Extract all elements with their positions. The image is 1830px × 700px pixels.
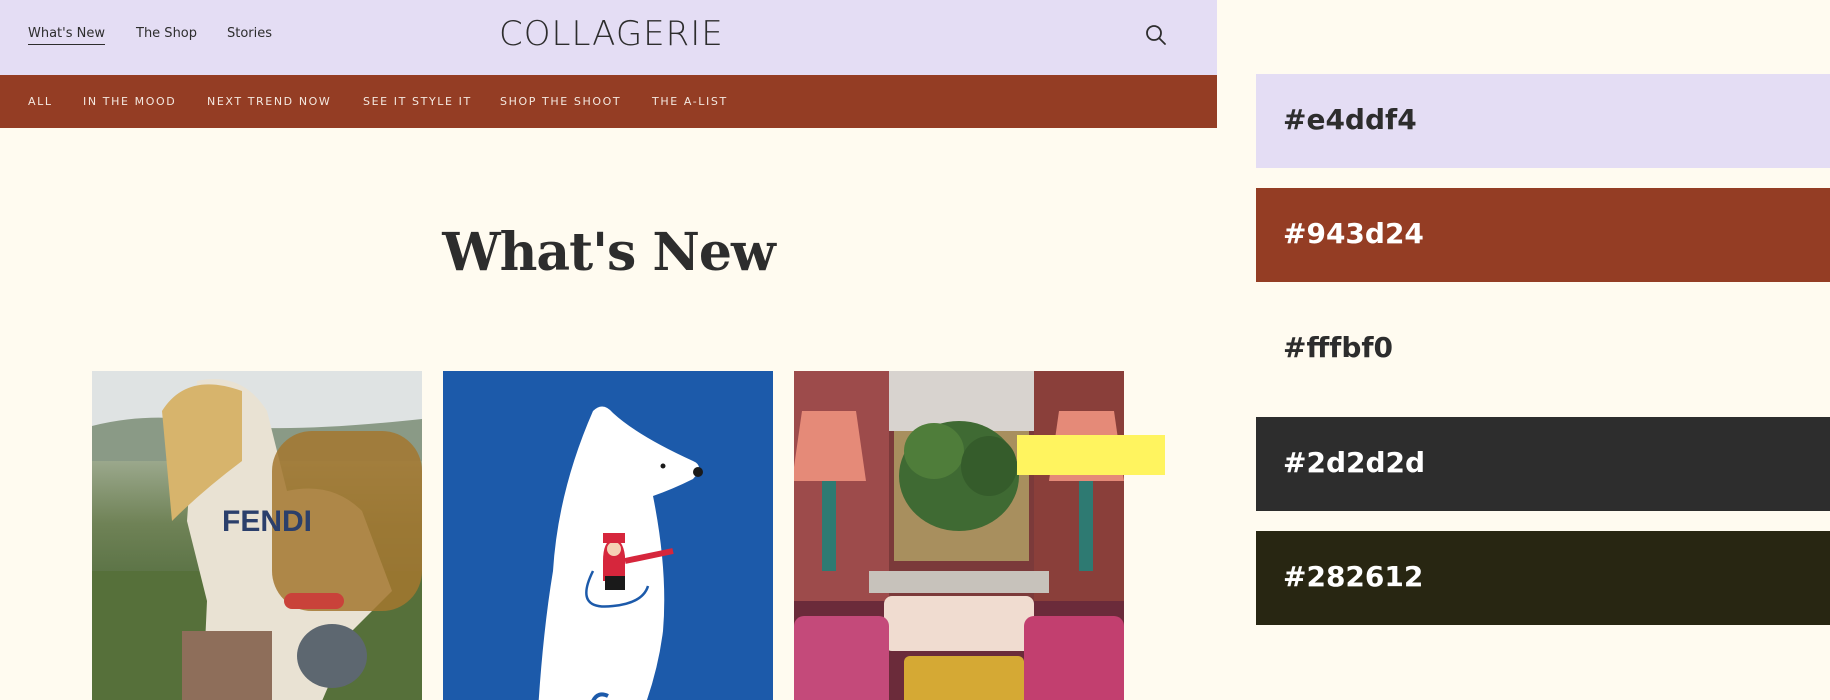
category-bar: ALL IN THE MOOD NEXT TREND NOW SEE IT ST… — [0, 75, 1217, 128]
article-card-interior-photo[interactable] — [794, 371, 1124, 700]
nav-link-the-shop[interactable]: The Shop — [136, 26, 197, 41]
interior-photo-image — [794, 371, 1124, 700]
color-swatch-5: #282612 — [1256, 531, 1830, 625]
page-title: What's New — [442, 222, 776, 283]
color-swatch-label: #e4ddf4 — [1283, 103, 1417, 136]
color-swatch-2: #943d24 — [1256, 188, 1830, 282]
color-swatch-3: #fffbf0 — [1256, 302, 1830, 396]
bear-illustration-image — [443, 371, 773, 700]
color-swatch-4: #2d2d2d — [1256, 417, 1830, 511]
nav-link-stories[interactable]: Stories — [227, 26, 272, 41]
website-preview: What's New The Shop Stories COLLAGERIE A… — [0, 0, 1217, 700]
highlight-tag — [1017, 435, 1165, 475]
category-link-in-the-mood[interactable]: IN THE MOOD — [83, 95, 176, 108]
article-card-bear-illustration[interactable] — [443, 371, 773, 700]
fashion-photo-image: FENDI — [92, 371, 422, 700]
article-card-fashion-photo[interactable]: FENDI — [92, 371, 422, 700]
search-icon[interactable] — [1143, 22, 1169, 48]
color-swatch-label: #943d24 — [1283, 217, 1424, 250]
category-link-the-a-list[interactable]: THE A-LIST — [652, 95, 728, 108]
color-swatch-label: #2d2d2d — [1283, 446, 1426, 479]
category-link-all[interactable]: ALL — [28, 95, 53, 108]
top-navigation-bar: What's New The Shop Stories COLLAGERIE — [0, 0, 1217, 75]
color-swatch-1: #e4ddf4 — [1256, 74, 1830, 168]
nav-link-whats-new[interactable]: What's New — [28, 26, 105, 45]
site-logo[interactable]: COLLAGERIE — [499, 14, 724, 54]
category-link-shop-the-shoot[interactable]: SHOP THE SHOOT — [500, 95, 621, 108]
category-link-see-it-style-it[interactable]: SEE IT STYLE IT — [363, 95, 472, 108]
category-link-next-trend-now[interactable]: NEXT TREND NOW — [207, 95, 331, 108]
svg-text:FENDI: FENDI — [222, 505, 312, 538]
color-swatch-label: #282612 — [1283, 560, 1424, 593]
color-swatch-label: #fffbf0 — [1283, 331, 1394, 364]
